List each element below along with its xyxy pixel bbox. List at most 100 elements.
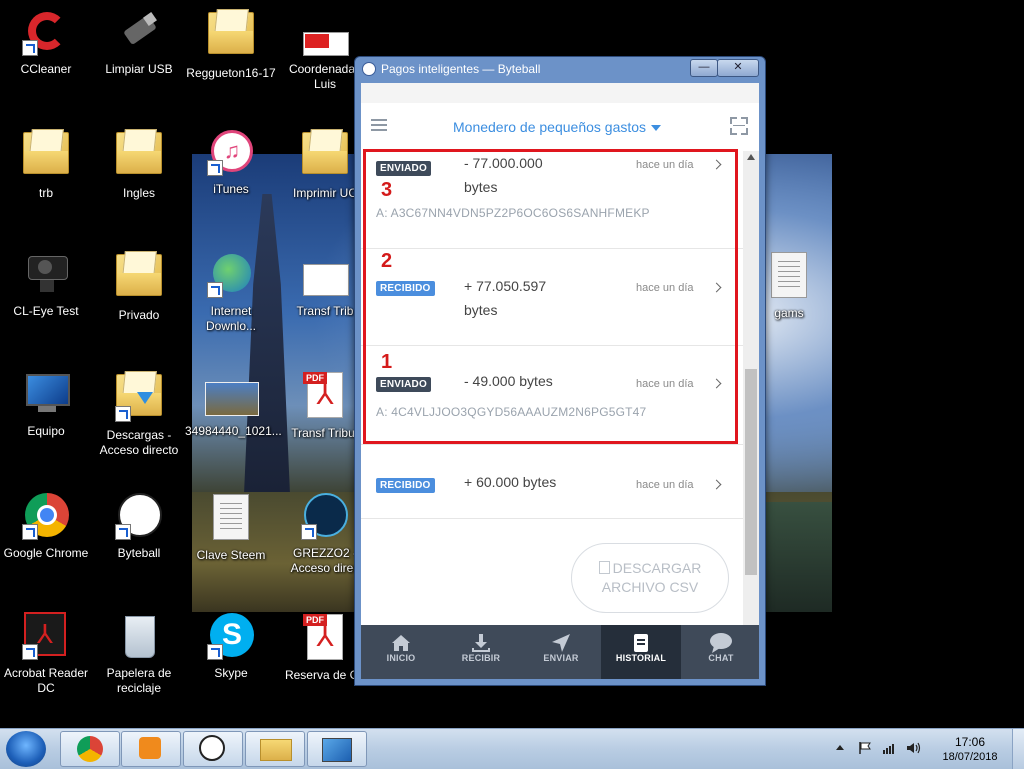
nav-inicio[interactable]: INICIO [361, 625, 441, 679]
nav-recibir[interactable]: RECIBIR [441, 625, 521, 679]
transaction-address: A: A3C67NN4VDN5PZ2P6OC6OS6SANHFMEKP [376, 206, 650, 220]
chevron-right-icon [711, 282, 722, 293]
app-icon [362, 62, 376, 76]
scroll-up-arrow-icon[interactable] [747, 154, 755, 160]
minimize-button[interactable]: — [690, 59, 718, 77]
folder-icon [301, 132, 349, 180]
transaction-row[interactable]: 2 RECIBIDO + 77.050.597 bytes hace un dí… [361, 248, 743, 346]
start-button[interactable] [6, 731, 46, 767]
show-hidden-icons-icon[interactable] [836, 745, 844, 750]
desktop-icon-trb[interactable]: trb [0, 128, 92, 201]
transaction-time: hace un día [636, 159, 694, 171]
show-desktop-button[interactable] [1012, 729, 1024, 769]
pdf-icon: ⅄ PDF [301, 372, 349, 420]
taskbar-control-panel[interactable] [307, 731, 367, 767]
transaction-amount: + 77.050.597 bytes [464, 278, 547, 318]
chat-icon [681, 625, 759, 653]
ccleaner-icon [22, 8, 70, 56]
webcam-icon [22, 250, 70, 298]
chrome-icon [77, 736, 103, 762]
taskbar-byteball[interactable] [183, 731, 243, 767]
shortcut-arrow-icon [22, 524, 38, 540]
desktop-icon-recycle-bin[interactable]: Papelera de reciclaje [93, 612, 185, 696]
desktop-icon-google-chrome[interactable]: Google Chrome [0, 492, 92, 561]
taskbar-chrome[interactable] [60, 731, 120, 767]
scan-qr-icon[interactable] [730, 117, 748, 135]
document-icon [765, 252, 813, 300]
annotation-number: 3 [381, 179, 393, 201]
desktop-icon-equipo[interactable]: Equipo [0, 370, 92, 439]
download-csv-button[interactable]: DESCARGAR ARCHIVO CSV [571, 543, 729, 613]
send-icon [521, 625, 601, 653]
taskbar: 17:06 18/07/2018 [0, 728, 1024, 769]
home-icon [361, 625, 441, 653]
transaction-time: hace un día [636, 282, 694, 294]
desktop-icon-reggueton[interactable]: Reggueton16-17 [185, 8, 277, 81]
clock-time[interactable]: 17:06 [940, 735, 1000, 749]
desktop-icon-byteball[interactable]: Byteball [93, 492, 185, 561]
hamburger-menu-icon[interactable] [371, 119, 387, 131]
idm-icon [207, 250, 255, 298]
grezzo-icon [301, 492, 349, 540]
close-button[interactable]: ✕ [717, 59, 759, 77]
flag-icon[interactable] [858, 741, 872, 755]
desktop-icon-internet-download[interactable]: Internet Downlo... [185, 250, 277, 334]
transaction-address: A: 4C4VLJJOO3QGYD56AAAUZM2N6PG5GT47 [376, 405, 647, 419]
desktop-icon-cl-eye[interactable]: CL-Eye Test [0, 250, 92, 319]
folder-icon [22, 132, 70, 180]
desktop-icon-acrobat[interactable]: ⅄ Acrobat Reader DC [0, 612, 92, 696]
wallet-selector[interactable]: Monedero de pequeños gastos [453, 119, 662, 135]
computer-icon [22, 370, 70, 418]
document-icon [598, 561, 610, 574]
clock-date[interactable]: 18/07/2018 [932, 751, 1008, 763]
photo-icon [205, 370, 259, 418]
desktop-icon-ingles[interactable]: Ingles [93, 128, 185, 201]
desktop-icon-privado[interactable]: Privado [93, 250, 185, 323]
taskbar-explorer[interactable] [245, 731, 305, 767]
taskbar-media-player[interactable] [121, 731, 181, 767]
nav-chat[interactable]: CHAT [681, 625, 759, 679]
desktop-icon-itunes[interactable]: ♫ iTunes [185, 128, 277, 197]
volume-icon[interactable] [906, 741, 921, 755]
desktop-icon-limpiar-usb[interactable]: Limpiar USB [93, 8, 185, 77]
byteball-icon [115, 492, 163, 540]
shortcut-arrow-icon [207, 160, 223, 176]
desktop-icon-photo[interactable]: 34984440_1021... [185, 370, 282, 439]
chevron-right-icon [711, 479, 722, 490]
top-strip [361, 83, 759, 103]
shortcut-arrow-icon [22, 644, 38, 660]
desktop-icon-ccleaner[interactable]: CCleaner [0, 8, 92, 77]
nav-historial[interactable]: HISTORIAL [601, 625, 681, 679]
history-icon [601, 625, 681, 653]
transaction-time: hace un día [636, 378, 694, 390]
sent-badge: ENVIADO [376, 377, 431, 392]
media-player-icon [139, 737, 161, 759]
app-client-area: Monedero de pequeños gastos ENVIADO 3 - … [361, 83, 759, 679]
recycle-bin-icon [115, 612, 163, 660]
desktop-icon-descargas[interactable]: Descargas - Acceso directo [93, 370, 185, 458]
scrollbar-thumb[interactable] [745, 369, 757, 575]
annotation-number: 1 [381, 351, 393, 373]
window-title: Pagos inteligentes — Byteball [381, 62, 541, 76]
wallet-name: Monedero de pequeños gastos [453, 119, 647, 135]
app-header: Monedero de pequeños gastos [361, 103, 759, 151]
download-icon [441, 625, 521, 653]
scrollbar[interactable] [743, 151, 759, 679]
folder-icon [260, 739, 292, 761]
image-file-icon [301, 250, 349, 298]
folder-icon [115, 132, 163, 180]
folder-icon [207, 12, 255, 60]
desktop-icon-clave-steem[interactable]: Clave Steem [185, 492, 277, 563]
transaction-row[interactable]: 1 ENVIADO - 49.000 bytes hace un día A: … [361, 345, 743, 445]
desktop-icon-skype[interactable]: S Skype [185, 612, 277, 681]
network-icon[interactable] [882, 741, 896, 755]
shortcut-arrow-icon [207, 644, 223, 660]
transaction-row[interactable]: RECIBIDO + 60.000 bytes hace un día [361, 444, 743, 519]
acrobat-icon: ⅄ [22, 612, 70, 660]
nav-enviar[interactable]: ENVIAR [521, 625, 601, 679]
transaction-row[interactable]: ENVIADO 3 - 77.000.000 bytes hace un día… [361, 151, 743, 249]
transaction-list: ENVIADO 3 - 77.000.000 bytes hace un día… [361, 149, 743, 679]
received-badge: RECIBIDO [376, 281, 435, 296]
window-titlebar[interactable]: Pagos inteligentes — Byteball — ✕ [355, 57, 765, 81]
byteball-window[interactable]: Pagos inteligentes — Byteball — ✕ Monede… [354, 56, 766, 686]
